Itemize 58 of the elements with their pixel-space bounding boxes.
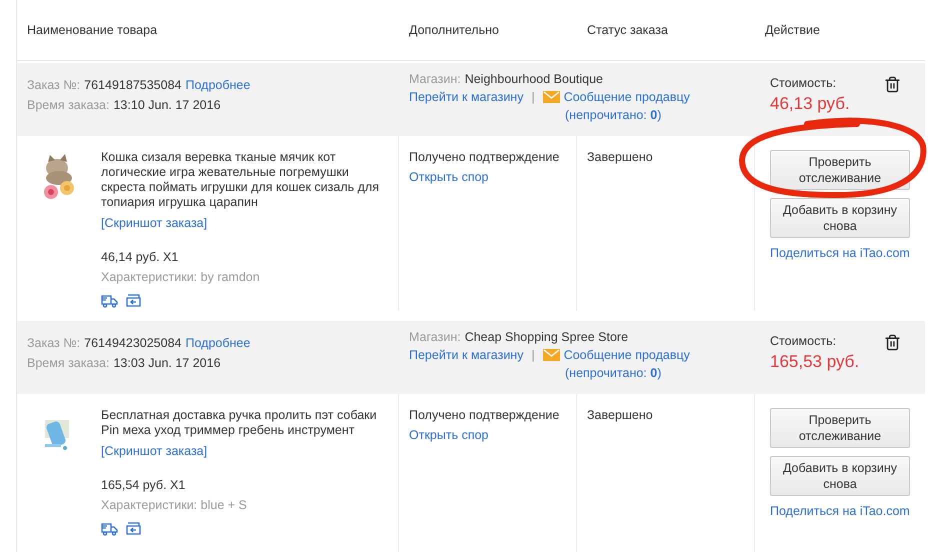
track-button[interactable]: Проверить отслеживание: [770, 408, 910, 448]
specs-text: Характеристики: by ramdon: [101, 270, 260, 284]
column-header: Наименование товара: [26, 23, 158, 37]
column-header: Действие: [764, 23, 821, 37]
dispute-link[interactable]: Открыть спор: [409, 428, 566, 442]
track-button[interactable]: Проверить отслеживание: [770, 150, 910, 190]
truck-icon[interactable]: [101, 294, 118, 308]
column-header: Дополнительно: [408, 23, 500, 37]
delete-button[interactable]: [884, 334, 901, 352]
details-link[interactable]: Подробнее: [185, 78, 250, 92]
shop-link[interactable]: Перейти к магазину: [409, 348, 524, 362]
separator: |: [531, 90, 535, 104]
order-number: 76149423025084: [84, 336, 182, 350]
confirmation-status: Получено подтверждение: [409, 150, 560, 164]
snapshot-link[interactable]: [Скриншот заказа]: [101, 216, 383, 230]
order-status: Завершено: [587, 408, 654, 422]
unread-count: (непрочитано: 0): [565, 108, 662, 122]
shop-name: Neighbourhood Boutique: [464, 72, 604, 86]
order-number-label: Заказ №:: [27, 336, 80, 350]
share-link[interactable]: Поделиться на iTao.com: [770, 246, 915, 260]
delete-button[interactable]: [884, 76, 901, 94]
message-seller-link[interactable]: Сообщение продавцу: [564, 348, 690, 362]
item-price: 165,54 руб. X1: [101, 478, 186, 492]
separator: |: [531, 348, 535, 362]
unread-count: (непрочитано: 0): [565, 366, 662, 380]
column-header: Статус заказа: [586, 23, 669, 37]
cost-label: Стоимость:: [770, 76, 838, 90]
snapshot-link[interactable]: [Скриншот заказа]: [101, 444, 383, 458]
details-link[interactable]: Подробнее: [185, 336, 250, 350]
order-cost: 165,53 руб.: [770, 352, 860, 372]
share-link[interactable]: Поделиться на iTao.com: [770, 504, 915, 518]
dispute-link[interactable]: Открыть спор: [409, 170, 566, 184]
reorder-button[interactable]: Добавить в корзину снова: [770, 198, 910, 238]
envelope-icon: [542, 349, 560, 361]
order-time: 13:10 Jun. 17 2016: [113, 98, 221, 112]
specs-text: Характеристики: blue + S: [101, 498, 247, 512]
order-number: 76149187535084: [84, 78, 182, 92]
order-status: Завершено: [587, 150, 654, 164]
shop-label: Магазин:: [409, 72, 461, 86]
shop-label: Магазин:: [409, 330, 461, 344]
message-seller-link[interactable]: Сообщение продавцу: [564, 90, 690, 104]
item-price: 46,14 руб. X1: [101, 250, 180, 264]
order-number-label: Заказ №:: [27, 78, 80, 92]
truck-icon[interactable]: [101, 522, 118, 536]
order-time-label: Время заказа:: [27, 98, 110, 112]
envelope-icon: [542, 91, 560, 103]
cost-label: Стоимость:: [770, 334, 838, 348]
order-time: 13:03 Jun. 17 2016: [113, 356, 221, 370]
shop-name: Cheap Shopping Spree Store: [464, 330, 628, 344]
box-arrow-icon[interactable]: [126, 522, 141, 535]
reorder-button[interactable]: Добавить в корзину снова: [770, 456, 910, 496]
box-arrow-icon[interactable]: [126, 294, 141, 307]
product-title[interactable]: Кошка сизаля веревка тканые мячик кот логические игра жевательные погремушки скреста поймать игрушки для кошек сизаль для топиария игрушка царапин: [101, 150, 383, 210]
confirmation-status: Получено подтверждение: [409, 408, 560, 422]
order-time-label: Время заказа:: [27, 356, 110, 370]
order-cost: 46,13 руб.: [770, 94, 850, 114]
product-title[interactable]: Бесплатная доставка ручка пролить пэт собаки Pin меха уход триммер гребень инструмент: [101, 408, 383, 438]
shop-link[interactable]: Перейти к магазину: [409, 90, 524, 104]
